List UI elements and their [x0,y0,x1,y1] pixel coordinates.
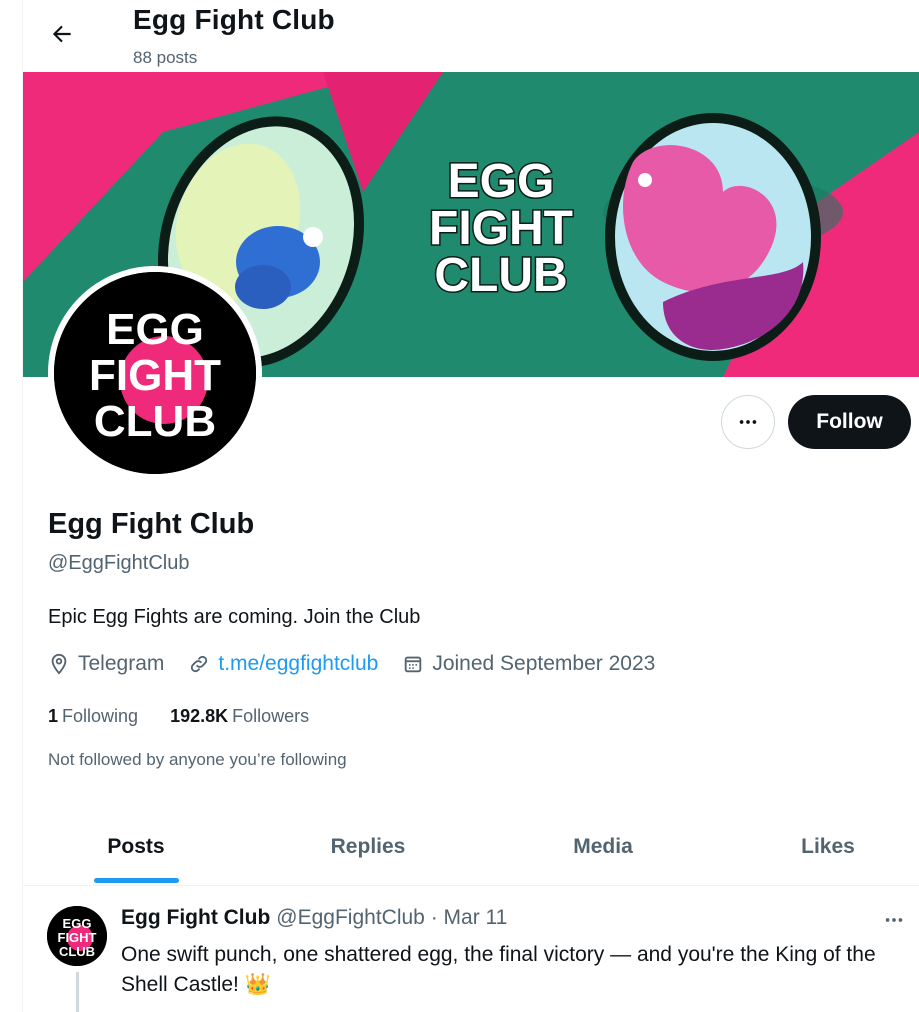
website-link[interactable]: t.me/eggfightclub [218,652,378,676]
svg-text:FIGHT: FIGHT [58,930,97,945]
tab-replies[interactable]: Replies [298,808,438,886]
tab-posts[interactable]: Posts [71,808,201,886]
profile-location: Telegram [48,652,164,676]
profile-handle: @EggFightClub [48,552,190,574]
svg-text:CLUB: CLUB [59,944,95,959]
profile-avatar[interactable]: EGG FIGHT CLUB [48,266,262,480]
svg-text:EGG: EGG [448,155,555,208]
svg-text:EGG: EGG [63,916,92,931]
more-horizontal-icon [739,420,757,424]
svg-text:FIGHT: FIGHT [429,202,573,255]
svg-text:FIGHT: FIGHT [89,351,221,400]
following-link[interactable]: 1 Following [48,706,138,727]
profile-display-name: Egg Fight Club [48,508,255,540]
tab-media[interactable]: Media [533,808,673,886]
followers-link[interactable]: 192.8K Followers [170,706,309,727]
avatar-logo: EGG FIGHT CLUB [54,272,256,474]
post-more-button[interactable] [876,906,912,934]
post-author-avatar[interactable]: EGG FIGHT CLUB [47,906,107,966]
post-author-name[interactable]: Egg Fight Club [121,906,270,930]
not-followed-note: Not followed by anyone you’re following [48,750,347,769]
more-horizontal-icon [885,918,903,922]
post-text: One swift punch, one shattered egg, the … [121,943,876,996]
profile-joined: Joined September 2023 [402,652,655,676]
active-tab-indicator [94,878,179,883]
post-author-handle-date[interactable]: @EggFightClub · Mar 11 [276,906,507,930]
location-pin-icon [51,653,67,675]
following-label: Following [62,706,139,726]
following-count: 1 [48,706,59,726]
profile-meta: Telegram t.me/eggfightclub Joined Septem… [48,652,679,676]
banner-logo: EGG FIGHT CLUB [428,154,575,304]
followers-count: 192.8K [170,706,229,726]
calendar-icon [405,656,422,673]
header-title: Egg Fight Club [133,4,335,35]
follow-button[interactable]: Follow [788,395,911,449]
thread-line [76,972,79,1012]
svg-text:EGG: EGG [106,305,204,354]
svg-text:CLUB: CLUB [94,397,216,446]
profile-bio: Epic Egg Fights are coming. Join the Clu… [48,606,421,628]
post-avatar-logo: EGG FIGHT CLUB [47,906,107,966]
joined-text: Joined September 2023 [432,652,656,675]
profile-website[interactable]: t.me/eggfightclub [188,652,378,676]
arrow-left-icon [52,25,71,43]
post-header: Egg Fight Club @EggFightClub · Mar 11 [121,906,507,930]
profile-tabs: Posts Replies Media Likes [23,808,919,886]
followers-label: Followers [232,706,310,726]
more-options-button[interactable] [721,395,775,449]
post-count: 88 posts [133,48,198,67]
svg-text:CLUB: CLUB [434,249,567,302]
back-button[interactable] [40,14,84,54]
location-text: Telegram [78,652,165,675]
follow-stats: 1 Following 192.8K Followers [48,706,341,727]
tab-likes[interactable]: Likes [763,808,893,886]
link-icon [191,655,208,673]
